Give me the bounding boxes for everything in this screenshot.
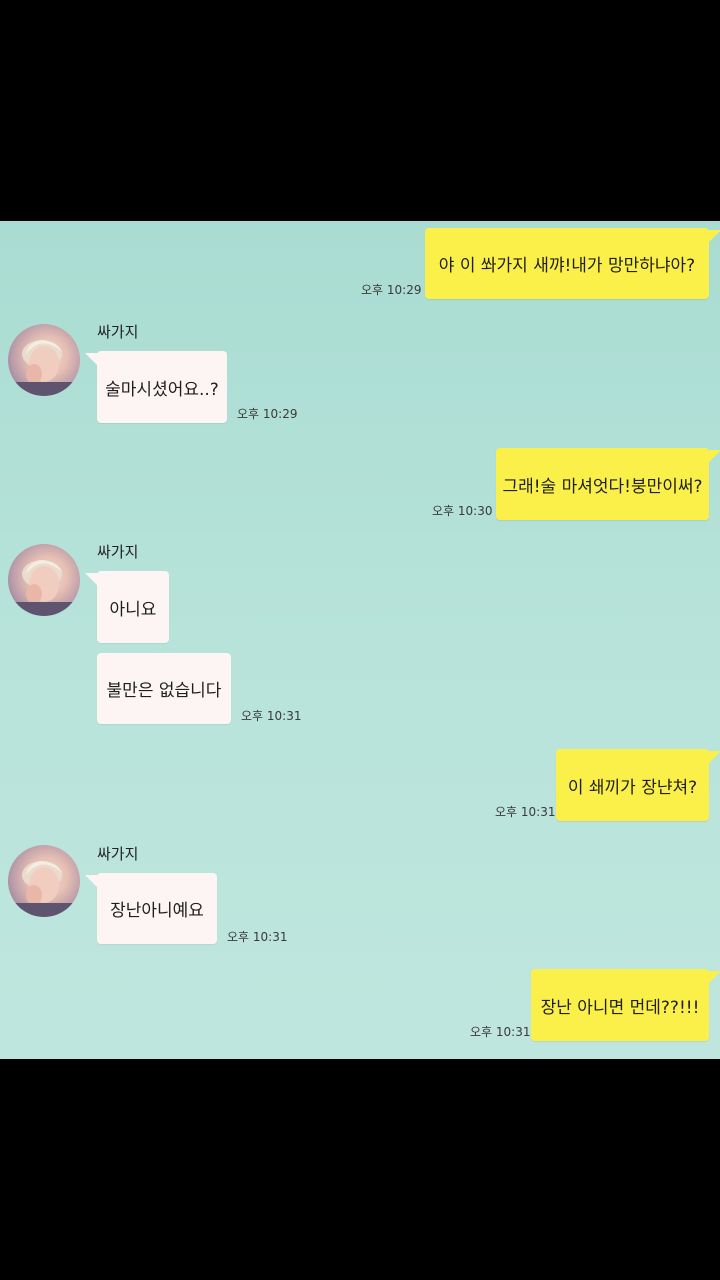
bubble-tail: [85, 353, 97, 365]
message-text: 야 이 쏴가지 새꺄!내가 망만하냐아?: [438, 256, 696, 276]
bubble-tail: [85, 573, 97, 585]
message-text: 장난아니예요: [110, 901, 204, 921]
bubble-tail: [709, 751, 720, 763]
message-time: 오후 10:31: [241, 709, 302, 723]
my-message-bubble[interactable]: 장난 아니면 먼데??!!!: [531, 969, 709, 1041]
message-text: 술마시셨어요..?: [105, 379, 219, 400]
contact-avatar[interactable]: [8, 324, 80, 396]
message-text: 아니요: [109, 599, 157, 620]
my-message-bubble[interactable]: 야 이 쏴가지 새꺄!내가 망만하냐아?: [425, 228, 709, 299]
contact-avatar[interactable]: [8, 845, 80, 917]
bubble-tail: [709, 230, 720, 242]
screen: 야 이 쏴가지 새꺄!내가 망만하냐아? 오후 10:29 싸가지 술마시셨어요…: [0, 0, 720, 1280]
contact-name: 싸가지: [97, 845, 139, 863]
contact-name: 싸가지: [97, 543, 139, 561]
message-time: 오후 10:31: [470, 1025, 531, 1039]
profile-photo-icon: [8, 340, 80, 396]
their-message-bubble[interactable]: 불만은 없습니다: [97, 653, 231, 724]
message-text: 장난 아니면 먼데??!!!: [540, 997, 700, 1018]
message-time: 오후 10:31: [227, 930, 288, 944]
their-message-bubble[interactable]: 술마시셨어요..?: [97, 351, 227, 423]
message-time: 오후 10:31: [495, 805, 556, 819]
bubble-tail: [709, 450, 720, 462]
chat-area[interactable]: 야 이 쏴가지 새꺄!내가 망만하냐아? 오후 10:29 싸가지 술마시셨어요…: [0, 221, 720, 1059]
message-time: 오후 10:29: [237, 407, 298, 421]
message-text: 이 쇄끼가 장냔쳐?: [567, 777, 698, 798]
my-message-bubble[interactable]: 그래!술 마셔엇다!붕만이써?: [496, 448, 709, 520]
their-message-bubble[interactable]: 아니요: [97, 571, 169, 643]
message-text: 불만은 없습니다: [106, 681, 222, 701]
contact-name: 싸가지: [97, 323, 139, 341]
bubble-tail: [709, 971, 720, 983]
contact-avatar[interactable]: [8, 544, 80, 616]
message-text: 그래!술 마셔엇다!붕만이써?: [502, 476, 703, 497]
message-time: 오후 10:29: [361, 283, 422, 297]
their-message-bubble[interactable]: 장난아니예요: [97, 873, 217, 944]
profile-photo-icon: [8, 560, 80, 616]
my-message-bubble[interactable]: 이 쇄끼가 장냔쳐?: [556, 749, 709, 821]
message-time: 오후 10:30: [432, 504, 493, 518]
profile-photo-icon: [8, 861, 80, 917]
bubble-tail: [85, 875, 97, 887]
